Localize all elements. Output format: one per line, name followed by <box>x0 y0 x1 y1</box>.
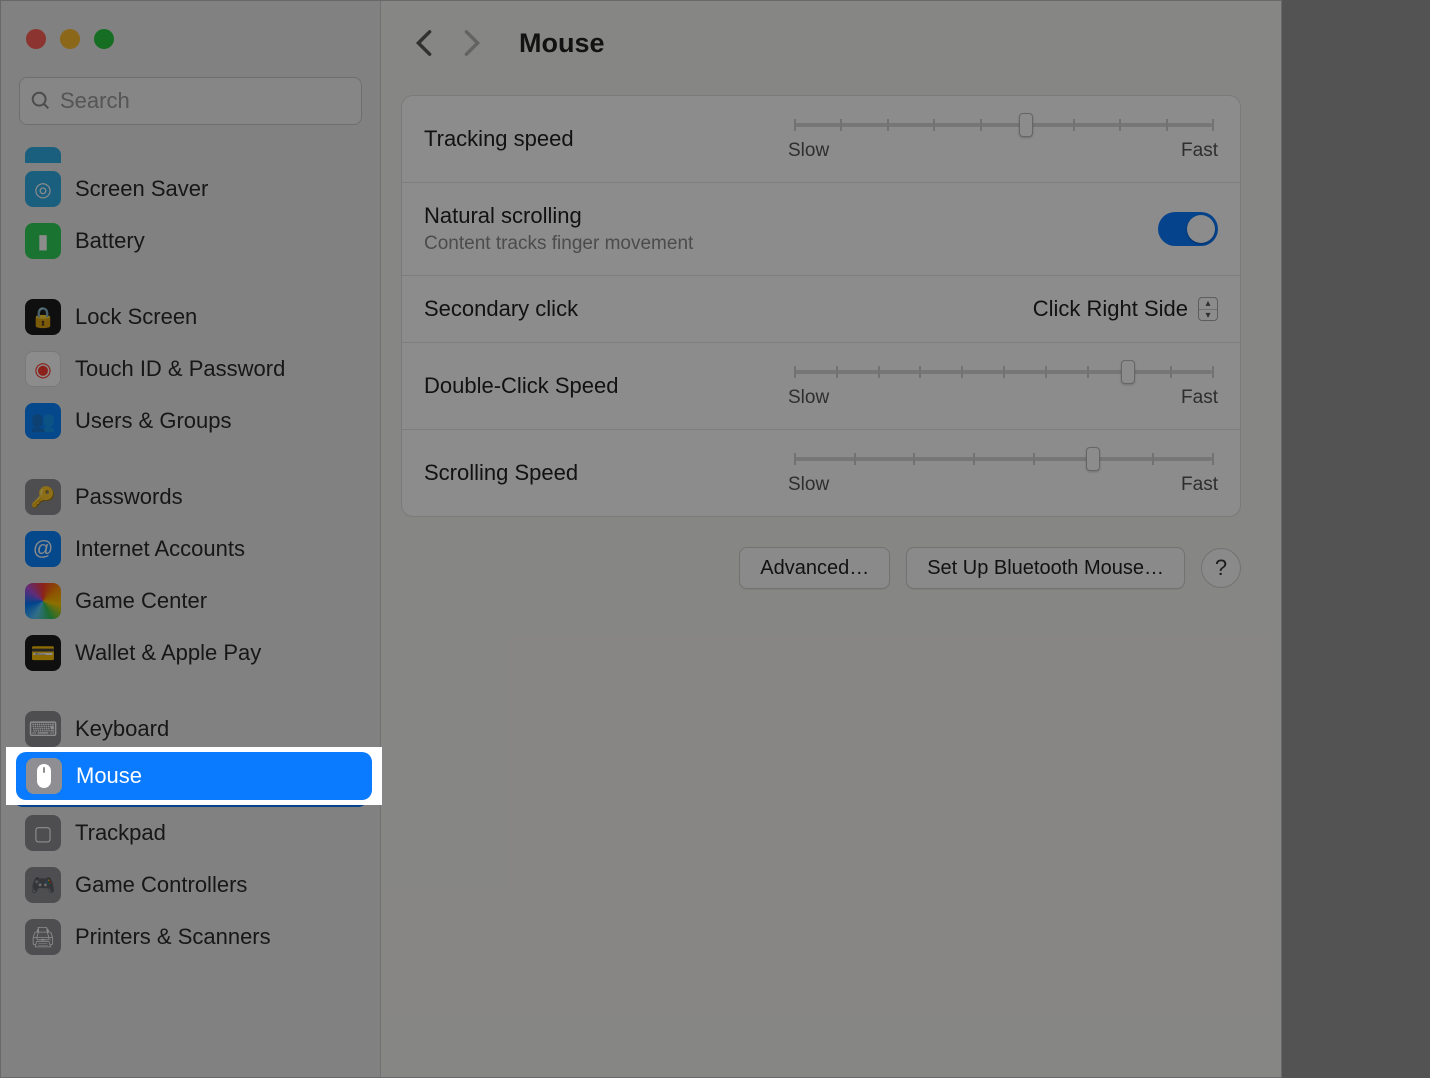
search-input[interactable] <box>60 88 351 114</box>
printer-icon: 🖨 <box>25 919 61 955</box>
sidebar-item-touch-id[interactable]: ◉ Touch ID & Password <box>1 343 380 395</box>
minimize-window-button[interactable] <box>60 29 80 49</box>
slow-label: Slow <box>788 474 829 496</box>
sidebar-item-label: Keyboard <box>75 716 169 742</box>
fast-label: Fast <box>1181 387 1218 409</box>
sidebar-item-label: Mouse <box>76 763 142 789</box>
trackpad-icon: ▢ <box>25 815 61 851</box>
window-controls <box>1 29 380 77</box>
sidebar-item-battery[interactable]: ▮ Battery <box>1 215 380 267</box>
secondary-click-dropdown[interactable]: Click Right Side ▴▾ <box>1033 296 1218 322</box>
sidebar-item-wallet[interactable]: 💳 Wallet & Apple Pay <box>1 627 380 679</box>
bottom-actions: Advanced… Set Up Bluetooth Mouse… ? <box>381 517 1281 589</box>
row-natural-scrolling: Natural scrolling Content tracks finger … <box>402 183 1240 276</box>
sidebar-item-label: Printers & Scanners <box>75 924 271 950</box>
search-field[interactable] <box>19 77 362 125</box>
sidebar-item-label: Lock Screen <box>75 304 197 330</box>
sidebar-item-trackpad[interactable]: ▢ Trackpad <box>1 807 380 859</box>
lock-icon: 🔒 <box>25 299 61 335</box>
sidebar-item-users-groups[interactable]: 👥 Users & Groups <box>1 395 380 447</box>
sidebar-list[interactable]: ◎ Screen Saver ▮ Battery 🔒 Lock Screen ◉ Tou… <box>1 139 380 1077</box>
help-button[interactable]: ? <box>1201 548 1241 588</box>
fast-label: Fast <box>1181 474 1218 496</box>
key-icon: 🔑 <box>25 479 61 515</box>
sidebar-item-label: Screen Saver <box>75 176 208 202</box>
sidebar-item-label: Passwords <box>75 484 183 510</box>
slow-label: Slow <box>788 140 829 162</box>
sidebar-item-game-controllers[interactable]: 🎮 Game Controllers <box>1 859 380 911</box>
sidebar-item-label: Battery <box>75 228 145 254</box>
sidebar-item-lock-screen[interactable]: 🔒 Lock Screen <box>1 291 380 343</box>
tracking-speed-slider[interactable]: Slow Fast <box>788 116 1218 162</box>
tracking-speed-label: Tracking speed <box>424 126 574 152</box>
scrolling-speed-label: Scrolling Speed <box>424 460 578 486</box>
sidebar-item-partial[interactable] <box>1 139 380 163</box>
sidebar-item-screen-saver[interactable]: ◎ Screen Saver <box>1 163 380 215</box>
advanced-button[interactable]: Advanced… <box>739 547 890 589</box>
forward-button[interactable] <box>457 28 487 58</box>
slow-label: Slow <box>788 387 829 409</box>
settings-window: ◎ Screen Saver ▮ Battery 🔒 Lock Screen ◉ Tou… <box>0 0 1282 1078</box>
fast-label: Fast <box>1181 140 1218 162</box>
titlebar: Mouse <box>381 1 1281 85</box>
right-gutter <box>1282 0 1430 1078</box>
sidebar: ◎ Screen Saver ▮ Battery 🔒 Lock Screen ◉ Tou… <box>1 1 381 1077</box>
row-scrolling-speed: Scrolling Speed Slow Fast <box>402 430 1240 516</box>
sidebar-item-label: Game Controllers <box>75 872 247 898</box>
screen-saver-icon: ◎ <box>25 171 61 207</box>
secondary-click-label: Secondary click <box>424 296 578 322</box>
sidebar-item-mouse-highlight[interactable]: Mouse <box>6 747 382 805</box>
users-icon: 👥 <box>25 403 61 439</box>
sidebar-item-label: Wallet & Apple Pay <box>75 640 261 666</box>
game-center-icon <box>25 583 61 619</box>
row-double-click-speed: Double-Click Speed Slow Fast <box>402 343 1240 430</box>
natural-scrolling-subtitle: Content tracks finger movement <box>424 233 693 255</box>
wallpaper-icon <box>25 147 61 163</box>
battery-icon: ▮ <box>25 223 61 259</box>
controller-icon: 🎮 <box>25 867 61 903</box>
sidebar-item-internet-accounts[interactable]: @ Internet Accounts <box>1 523 380 575</box>
sidebar-item-label: Internet Accounts <box>75 536 245 562</box>
fingerprint-icon: ◉ <box>25 351 61 387</box>
sidebar-item-passwords[interactable]: 🔑 Passwords <box>1 471 380 523</box>
close-window-button[interactable] <box>26 29 46 49</box>
double-click-label: Double-Click Speed <box>424 373 618 399</box>
scrolling-speed-slider[interactable]: Slow Fast <box>788 450 1218 496</box>
natural-scrolling-toggle[interactable] <box>1158 212 1218 246</box>
sidebar-item-game-center[interactable]: Game Center <box>1 575 380 627</box>
search-icon <box>30 90 52 112</box>
keyboard-icon: ⌨ <box>25 711 61 747</box>
row-secondary-click: Secondary click Click Right Side ▴▾ <box>402 276 1240 343</box>
row-tracking-speed: Tracking speed Slow Fast <box>402 96 1240 183</box>
double-click-slider[interactable]: Slow Fast <box>788 363 1218 409</box>
setup-bluetooth-mouse-button[interactable]: Set Up Bluetooth Mouse… <box>906 547 1185 589</box>
zoom-window-button[interactable] <box>94 29 114 49</box>
sidebar-item-printers[interactable]: 🖨 Printers & Scanners <box>1 911 380 963</box>
secondary-click-value: Click Right Side <box>1033 296 1188 322</box>
at-icon: @ <box>25 531 61 567</box>
back-button[interactable] <box>409 28 439 58</box>
sidebar-item-label: Touch ID & Password <box>75 356 285 382</box>
natural-scrolling-label: Natural scrolling <box>424 203 693 229</box>
wallet-icon: 💳 <box>25 635 61 671</box>
sidebar-item-label: Trackpad <box>75 820 166 846</box>
settings-card: Tracking speed Slow Fast Natural scrollin… <box>401 95 1241 517</box>
page-title: Mouse <box>519 28 605 59</box>
sidebar-item-label: Users & Groups <box>75 408 232 434</box>
sidebar-item-label: Game Center <box>75 588 207 614</box>
mouse-icon <box>26 758 62 794</box>
updown-icon: ▴▾ <box>1198 297 1218 321</box>
main-panel: Mouse Tracking speed Slow Fast Natural sc… <box>381 1 1281 1077</box>
